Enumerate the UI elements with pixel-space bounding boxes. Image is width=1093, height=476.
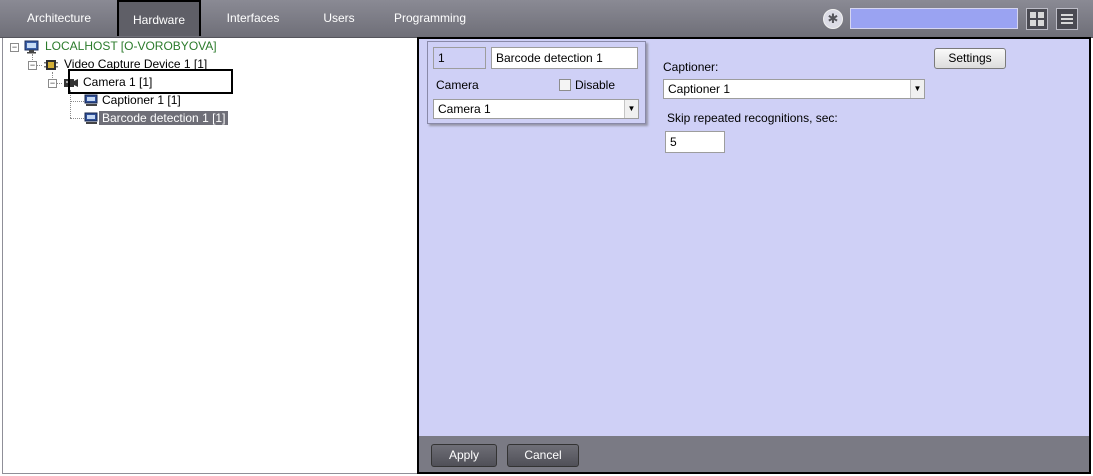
tab-programming[interactable]: Programming [392, 0, 468, 36]
camera-select-value: Camera 1 [438, 102, 491, 116]
tree-item-label: Barcode detection 1 [1] [99, 111, 229, 125]
monitor-icon [84, 94, 98, 106]
tree-connector [70, 118, 84, 119]
hardware-tree [2, 38, 417, 474]
captioner-select[interactable]: Captioner 1 ▼ [663, 79, 925, 99]
capture-board-icon [44, 58, 58, 70]
chevron-down-icon[interactable]: ▼ [624, 100, 638, 118]
search-input[interactable] [850, 8, 1018, 29]
tree-connector [70, 101, 84, 102]
camera-label: Camera [436, 78, 479, 92]
gear-icon[interactable]: ✱ [823, 9, 843, 29]
collapse-device-icon[interactable]: − [28, 61, 37, 70]
disable-label: Disable [575, 78, 616, 92]
skip-recognitions-label: Skip repeated recognitions, sec: [667, 111, 838, 125]
skip-recognitions-input[interactable]: 5 [665, 131, 725, 153]
tab-interfaces[interactable]: Interfaces [218, 0, 288, 36]
disable-checkbox[interactable] [559, 79, 571, 91]
computer-icon [24, 40, 39, 54]
camera-select[interactable]: Camera 1 ▼ [433, 99, 639, 119]
top-navigation-bar: Architecture Hardware Interfaces Users P… [0, 0, 1093, 38]
tab-users[interactable]: Users [314, 0, 364, 36]
name-field[interactable]: Barcode detection 1 [491, 47, 638, 69]
collapse-root-icon[interactable]: − [10, 43, 19, 52]
collapse-camera-icon[interactable]: − [48, 79, 57, 88]
tab-hardware[interactable]: Hardware [117, 0, 201, 36]
captioner-label: Captioner: [663, 60, 719, 74]
apply-button[interactable]: Apply [431, 444, 497, 467]
tree-item-localhost[interactable]: LOCALHOST [O-VOROBYOVA] [45, 38, 217, 54]
tree-item-captioner[interactable]: Captioner 1 [1] [102, 92, 181, 108]
selection-highlight [68, 69, 233, 94]
monitor-icon [84, 112, 98, 124]
tab-architecture[interactable]: Architecture [20, 0, 98, 36]
menu-icon[interactable] [1056, 8, 1078, 30]
chevron-down-icon[interactable]: ▼ [910, 80, 924, 98]
id-field[interactable]: 1 [433, 47, 486, 69]
captioner-select-value: Captioner 1 [668, 82, 731, 96]
cancel-button[interactable]: Cancel [507, 444, 579, 467]
tree-item-barcode-detection[interactable]: Barcode detection 1 [1] [99, 110, 229, 126]
settings-button[interactable]: Settings [934, 48, 1006, 69]
layout-grid-icon[interactable] [1026, 8, 1048, 30]
tree-connector [70, 90, 71, 118]
